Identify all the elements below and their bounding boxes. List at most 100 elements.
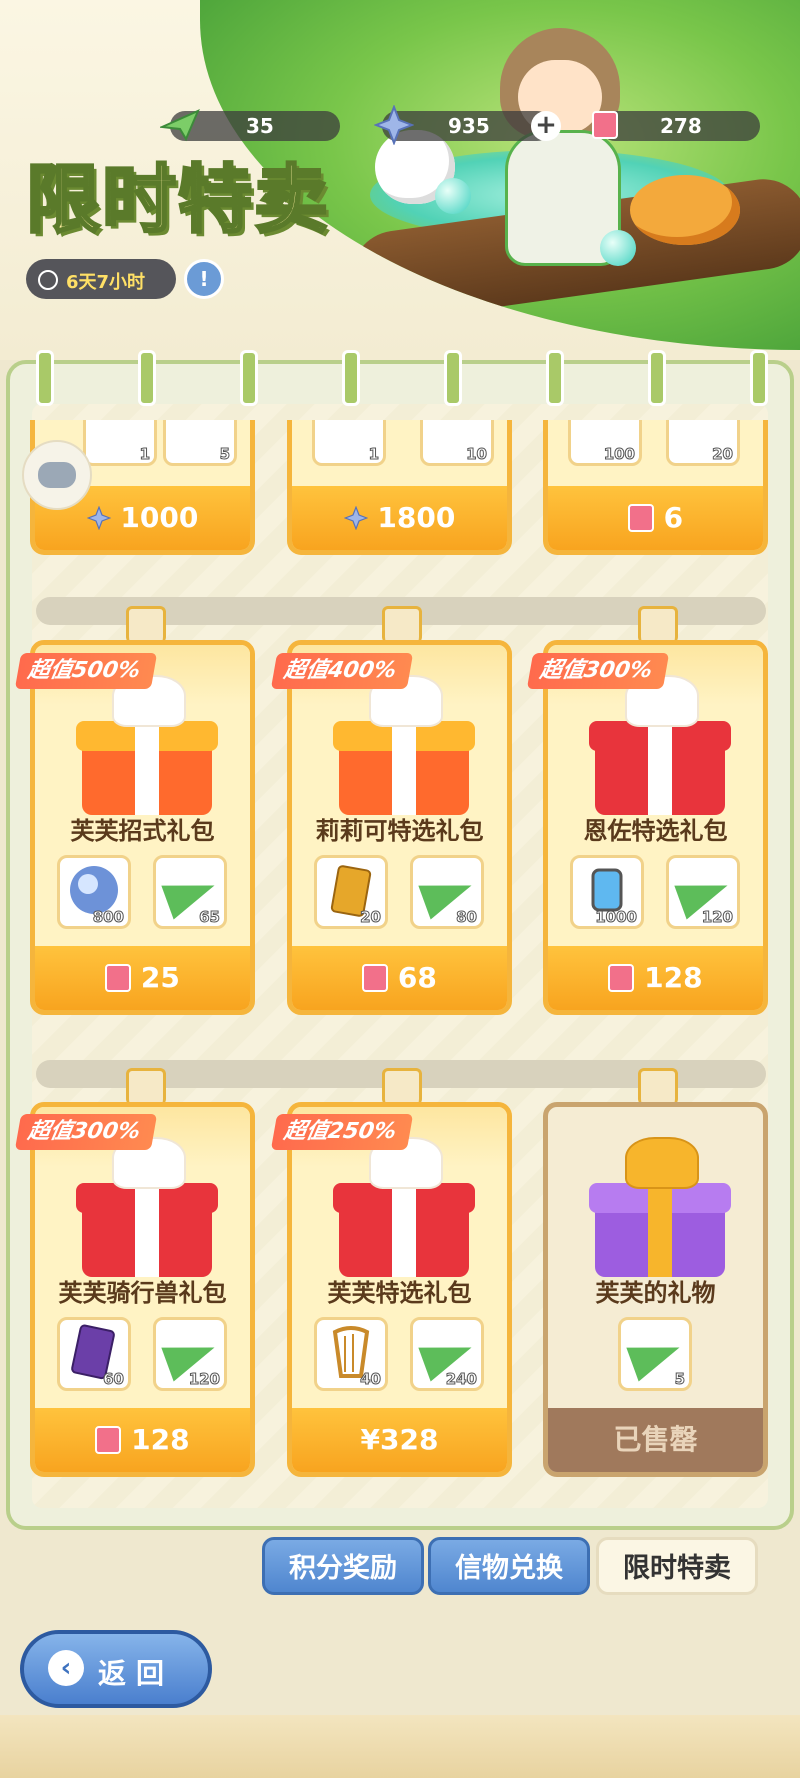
star-crystal-icon [343, 506, 368, 530]
chat-bubble-icon [38, 462, 76, 488]
price-button[interactable]: 1800 [292, 486, 507, 550]
orb-icon [435, 178, 471, 214]
gift-box-icon [589, 675, 731, 815]
card-hook [382, 606, 422, 643]
item-slot: 10 [420, 420, 494, 466]
star-crystal-icon [374, 105, 414, 145]
binder-ring [240, 350, 258, 406]
value-badge: 超值400% [270, 653, 414, 689]
value-badge: 超值300% [526, 653, 670, 689]
binder-ring [648, 350, 666, 406]
item-slot[interactable]: 120 [666, 855, 740, 929]
pack-name: 芙芙特选礼包 [327, 1279, 472, 1307]
currency-plane: 35 [160, 109, 340, 142]
price-value: 6 [663, 501, 684, 534]
card-hook [382, 1068, 422, 1105]
price-button[interactable]: 25 [35, 946, 250, 1010]
item-slot[interactable]: 20 [314, 855, 388, 929]
item-slot[interactable]: 40 [314, 1317, 388, 1391]
gift-box-icon [76, 675, 218, 815]
fish-pet [630, 175, 740, 245]
countdown-timer: 6天7小时 [26, 259, 176, 299]
binder-ring [138, 350, 156, 406]
tab-points-reward[interactable]: 积分奖励 [262, 1537, 424, 1595]
pack-card[interactable]: 恩佐特选礼包 1000 120 128 [543, 640, 768, 1015]
shop-card-top-2[interactable]: 1 10 1800 [287, 420, 512, 555]
gift-box-icon [589, 1137, 731, 1277]
value-badge: 超值300% [14, 1114, 158, 1150]
item-slot[interactable]: 65 [153, 855, 227, 929]
pack-name: 恩佐特选礼包 [583, 817, 728, 845]
price-value: 1800 [377, 501, 456, 534]
ticket-icon [608, 964, 635, 992]
add-currency-button[interactable]: + [531, 111, 561, 141]
item-slot[interactable]: 1000 [570, 855, 644, 929]
item-slot: 20 [666, 420, 740, 466]
item-slot: 100 [568, 420, 642, 466]
countdown-text: 6天7小时 [66, 272, 146, 293]
card-hook [638, 1068, 678, 1105]
item-slot: 5 [163, 420, 237, 466]
currency-star: 935 [374, 105, 552, 145]
item-slot[interactable]: 60 [57, 1317, 131, 1391]
item-slot[interactable]: 240 [410, 1317, 484, 1391]
price-button[interactable]: 68 [292, 946, 507, 1010]
binder-ring [750, 350, 768, 406]
sold-out-label: 已售罄 [548, 1408, 763, 1472]
price-button[interactable]: 128 [548, 946, 763, 1010]
pack-name: 芙芙招式礼包 [70, 817, 215, 845]
item-slot[interactable]: 120 [153, 1317, 227, 1391]
currency-ticket-value: 278 [660, 114, 702, 138]
pack-card-sold-out[interactable]: 芙芙的礼物 5 已售罄 [543, 1102, 768, 1477]
ticket-icon [592, 111, 618, 139]
gift-box-icon [333, 1137, 475, 1277]
paper-plane-icon [160, 109, 200, 142]
shop-card-top-3[interactable]: 100 20 6 [543, 420, 768, 555]
item-slot: 1 [83, 420, 157, 466]
card-hook [126, 1068, 166, 1105]
pack-card[interactable]: 芙芙骑行兽礼包 60 120 128 [30, 1102, 255, 1477]
clock-icon [38, 270, 58, 290]
item-slot[interactable]: 5 [618, 1317, 692, 1391]
chat-button[interactable] [22, 440, 92, 510]
price-button[interactable]: 6 [548, 486, 763, 550]
info-button[interactable]: ! [184, 259, 224, 299]
page-title: 限时特卖 [25, 156, 330, 245]
binder-ring [546, 350, 564, 406]
tab-limited-sale[interactable]: 限时特卖 [596, 1537, 758, 1595]
pack-card[interactable]: 芙芙特选礼包 40 240 ¥328 [287, 1102, 512, 1477]
ticket-icon [362, 964, 389, 992]
currency-plane-value: 35 [246, 114, 274, 138]
card-hook [126, 606, 166, 643]
gift-box-icon [76, 1137, 218, 1277]
pack-card[interactable]: 莉莉可特选礼包 20 80 68 [287, 640, 512, 1015]
orb-icon [600, 230, 636, 266]
back-button[interactable]: ‹ 返回 [20, 1630, 212, 1708]
value-badge: 超值500% [14, 653, 158, 689]
ticket-icon [95, 1426, 122, 1454]
ticket-icon [627, 504, 654, 532]
pack-name: 莉莉可特选礼包 [315, 817, 484, 845]
item-slot[interactable]: 800 [57, 855, 131, 929]
star-crystal-icon [86, 506, 111, 530]
price-button[interactable]: ¥328 [292, 1408, 507, 1472]
binder-ring [36, 350, 54, 406]
price-value: 1000 [120, 501, 199, 534]
ticket-icon [105, 964, 132, 992]
item-slot: 1 [312, 420, 386, 466]
footer-decoration [0, 1715, 800, 1778]
card-hook [638, 606, 678, 643]
currency-star-value: 935 [448, 114, 490, 138]
tab-token-exchange[interactable]: 信物兑换 [428, 1537, 590, 1595]
pack-name: 芙芙的礼物 [595, 1279, 716, 1307]
back-arrow-icon: ‹ [48, 1650, 84, 1686]
pack-card[interactable]: 芙芙招式礼包 800 65 25 [30, 640, 255, 1015]
gift-box-icon [333, 675, 475, 815]
binder-ring [444, 350, 462, 406]
price-button[interactable]: 128 [35, 1408, 250, 1472]
item-slot[interactable]: 80 [410, 855, 484, 929]
currency-ticket: 278 [592, 111, 760, 141]
pack-name: 芙芙骑行兽礼包 [58, 1279, 227, 1307]
binder-ring [342, 350, 360, 406]
value-badge: 超值250% [270, 1114, 414, 1150]
